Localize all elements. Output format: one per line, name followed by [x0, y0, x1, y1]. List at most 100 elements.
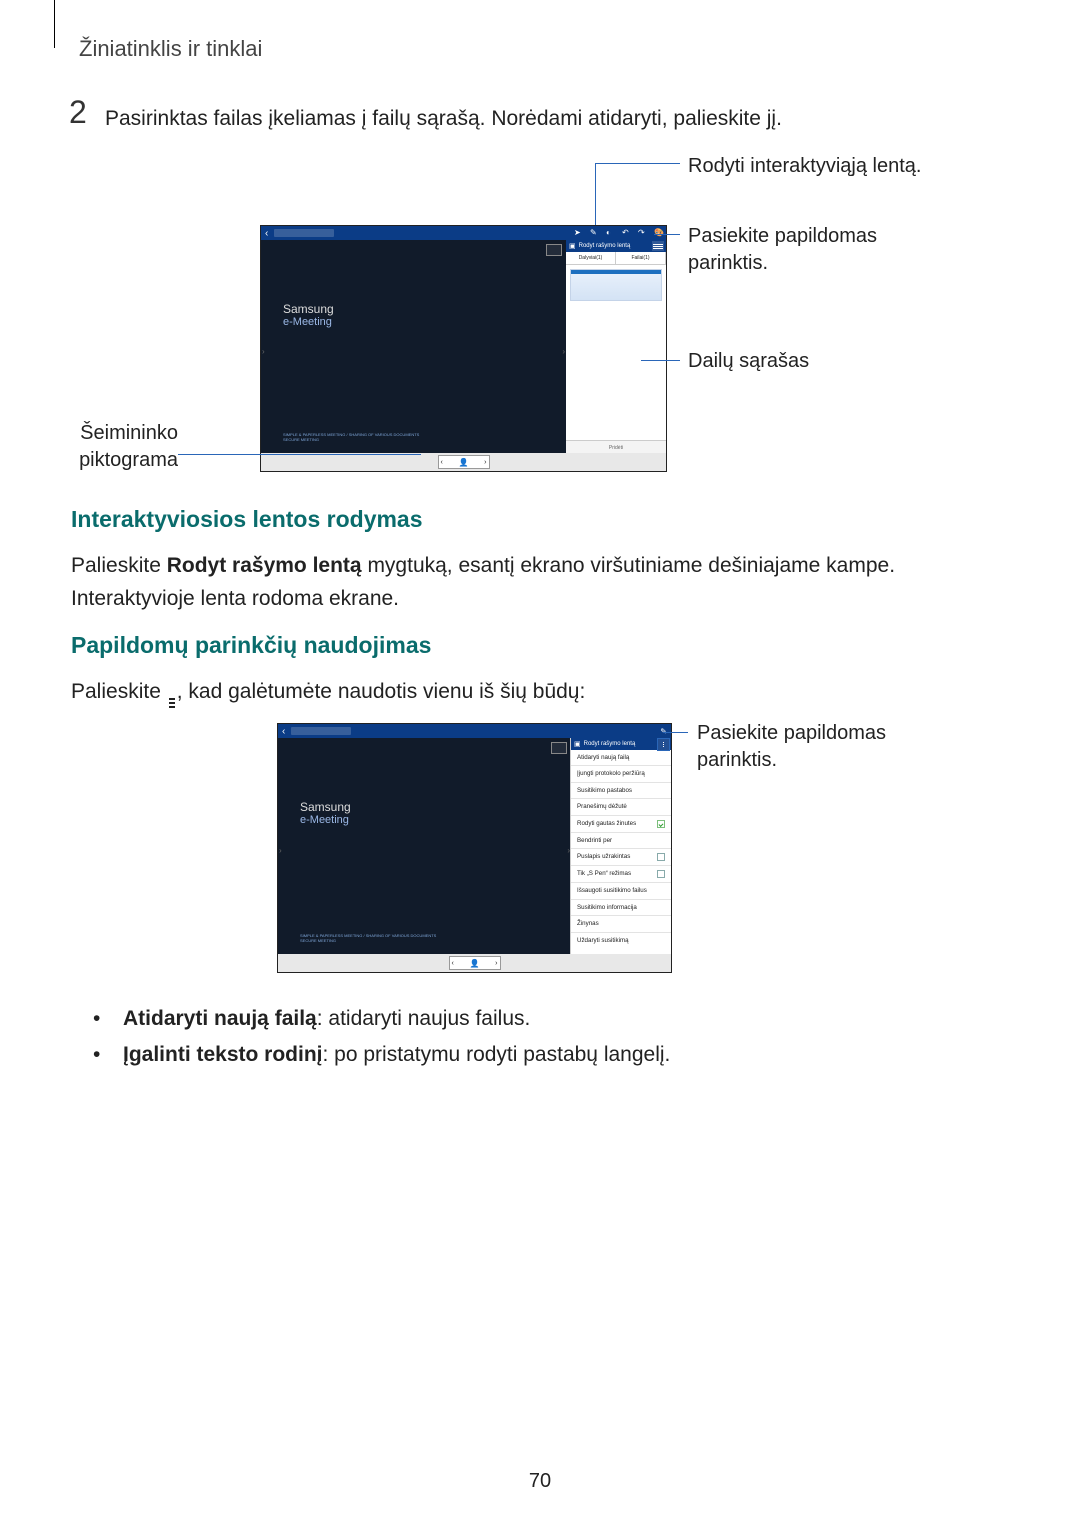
sec2-post: , kad galėtumėte naudotis vienu iš šių b…: [177, 680, 586, 703]
menu-item[interactable]: Išsaugoti susitikimo failus: [571, 883, 671, 899]
menu-item-label: Tik „S Pen“ režimas: [577, 870, 631, 877]
menu-item-checkbox[interactable]: [657, 820, 665, 828]
menu-item[interactable]: Rodyti gautas žinutes: [571, 816, 671, 833]
nav-owner-icon: 👤: [459, 458, 469, 467]
whiteboard-icon[interactable]: ▣: [566, 242, 579, 250]
menu-item[interactable]: Susitikimo informacija: [571, 900, 671, 916]
menu-item[interactable]: Bendrinti per: [571, 833, 671, 849]
menu-item-label: Išsaugoti susitikimo failus: [577, 887, 647, 894]
menu-item-label: Susitikimo pastabos: [577, 787, 632, 794]
files-panel: ▣ Rodyt rašymo lentą Dalyviai(1) Failai(…: [566, 240, 666, 453]
callout-show-whiteboard: Rodyti interaktyviąją lentą.: [688, 153, 948, 180]
title-placeholder: [291, 727, 351, 735]
leader-line: [595, 163, 680, 164]
undo-icon[interactable]: ↶: [622, 229, 630, 237]
callout-file-list: Dailų sąrašas: [688, 348, 809, 375]
slide-footer-line2: SECURE MEETING: [283, 438, 419, 443]
menu-item[interactable]: Pranešimų dėžutė: [571, 799, 671, 815]
eraser-icon[interactable]: ◐: [606, 229, 614, 237]
callout-more-options-2: Pasiekite papildomas parinktis.: [697, 720, 957, 774]
presentation-slide: Samsung e-Meeting SIMPLE & PAPERLESS MEE…: [261, 240, 566, 453]
leader-line: [595, 163, 596, 225]
callout-more-options: Pasiekite papildomas parinktis.: [688, 223, 948, 277]
toolbar: ‹ ➤ ✎ ◐ ↶ ↷ 🎨: [261, 226, 666, 240]
redo-icon[interactable]: ↷: [638, 229, 646, 237]
slide-brand-line2: e-Meeting: [300, 814, 351, 826]
leader-line: [663, 732, 688, 733]
whiteboard-icon[interactable]: ▣: [571, 740, 584, 748]
back-icon[interactable]: ‹: [278, 726, 289, 737]
figure-emeeting-files: ‹ ➤ ✎ ◐ ↶ ↷ 🎨 Samsung e-Meeting SIMPLE &…: [260, 225, 667, 472]
nav-owner-icon: 👤: [470, 959, 480, 968]
menu-item-label: Rodyti gautas žinutes: [577, 820, 636, 827]
figure-bottombar: ‹ 👤 ›: [261, 453, 666, 471]
menu-item-label: Puslapis užrakintas: [577, 853, 630, 860]
slide-thumbnail-icon: [551, 742, 567, 754]
menu-item[interactable]: Puslapis užrakintas: [571, 849, 671, 866]
menu-item-label: Uždaryti susitikimą: [577, 937, 629, 944]
menu-item[interactable]: Uždaryti susitikimą: [571, 933, 671, 948]
figure-emeeting-menu: ‹ ✎ Samsung e-Meeting SIMPLE & PAPERLESS…: [277, 723, 672, 973]
pen-icon[interactable]: ✎: [660, 727, 671, 736]
tab-files[interactable]: Failai(1): [616, 252, 666, 264]
step-text: Pasirinktas failas įkeliamas į failų sąr…: [105, 107, 782, 131]
bullet-dot-icon: [93, 1001, 123, 1037]
slide-thumbnail-icon: [546, 244, 562, 256]
tab-participants[interactable]: Dalyviai(1): [566, 252, 616, 264]
slide-next-icon[interactable]: ›: [562, 347, 565, 356]
nav-next-icon[interactable]: ›: [484, 459, 486, 466]
show-drawing-board-button[interactable]: Rodyt rašymo lentą: [584, 741, 657, 747]
pen-icon[interactable]: ✎: [590, 229, 598, 237]
section-breadcrumb: Žiniatinklis ir tinklai: [79, 36, 262, 62]
menu-item-label: Atidaryti naują failą: [577, 754, 629, 761]
menu-item-checkbox[interactable]: [657, 853, 665, 861]
nav-next-icon[interactable]: ›: [495, 960, 497, 967]
bullet-item: Įgalinti teksto rodinį: po pristatymu ro…: [93, 1037, 953, 1073]
menu-item[interactable]: Susitikimo pastabos: [571, 783, 671, 799]
bullet-desc: : atidaryti naujus failus.: [317, 1007, 531, 1030]
menu-item-label: Bendrinti per: [577, 837, 612, 844]
step-number: 2: [69, 94, 87, 131]
options-dropdown: ▣ Rodyt rašymo lentą Atidaryti naują fai…: [570, 738, 671, 954]
palette-icon[interactable]: 🎨: [654, 229, 662, 237]
slide-nav[interactable]: ‹ 👤 ›: [438, 455, 490, 469]
slide-brand-line1: Samsung: [283, 302, 334, 316]
more-options-inline-icon: [169, 696, 175, 710]
nav-prev-icon[interactable]: ‹: [452, 960, 454, 967]
menu-item[interactable]: Įjungti protokolo peržiūrą: [571, 766, 671, 782]
menu-item[interactable]: Atidaryti naują failą: [571, 750, 671, 766]
page-number: 70: [0, 1470, 1080, 1493]
slide-prev-icon[interactable]: ›: [262, 347, 265, 356]
more-options-icon[interactable]: [657, 738, 670, 751]
menu-item-label: Pranešimų dėžutė: [577, 803, 627, 810]
bullet-term: Atidaryti naują failą: [123, 1007, 317, 1030]
slide-brand-line2: e-Meeting: [283, 316, 334, 328]
leader-line: [654, 234, 680, 235]
menu-item-checkbox[interactable]: [657, 870, 665, 878]
back-icon[interactable]: ‹: [261, 228, 272, 239]
slide-prev-icon[interactable]: ›: [279, 846, 282, 855]
leader-line: [178, 454, 421, 455]
menu-item-label: Įjungti protokolo peržiūrą: [577, 770, 645, 777]
heading-additional-options: Papildomų parinkčių naudojimas: [71, 632, 431, 659]
pointer-icon[interactable]: ➤: [574, 229, 582, 237]
menu-item[interactable]: Tik „S Pen“ režimas: [571, 866, 671, 883]
menu-item[interactable]: Žinynas: [571, 916, 671, 932]
show-drawing-board-button[interactable]: Rodyt rašymo lentą: [579, 243, 652, 249]
sec2-pre: Palieskite: [71, 680, 167, 703]
slide-brand-line1: Samsung: [300, 800, 351, 814]
bullet-item: Atidaryti naują failą: atidaryti naujus …: [93, 1001, 953, 1037]
menu-item-label: Žinynas: [577, 920, 599, 927]
more-options-icon[interactable]: [652, 241, 664, 251]
slide-nav[interactable]: ‹ 👤 ›: [449, 956, 501, 970]
figure-bottombar: ‹ 👤 ›: [278, 954, 671, 972]
nav-prev-icon[interactable]: ‹: [441, 459, 443, 466]
heading-interactive-board: Interaktyviosios lentos rodymas: [71, 506, 423, 533]
bullet-desc: : po pristatymu rodyti pastabų langelį.: [323, 1043, 671, 1066]
sec1-pre: Palieskite: [71, 554, 167, 577]
leader-line: [641, 360, 680, 361]
menu-item-label: Susitikimo informacija: [577, 904, 637, 911]
file-list-item[interactable]: [570, 269, 662, 301]
title-placeholder: [274, 229, 334, 237]
sec1-bold: Rodyt rašymo lentą: [167, 554, 362, 577]
